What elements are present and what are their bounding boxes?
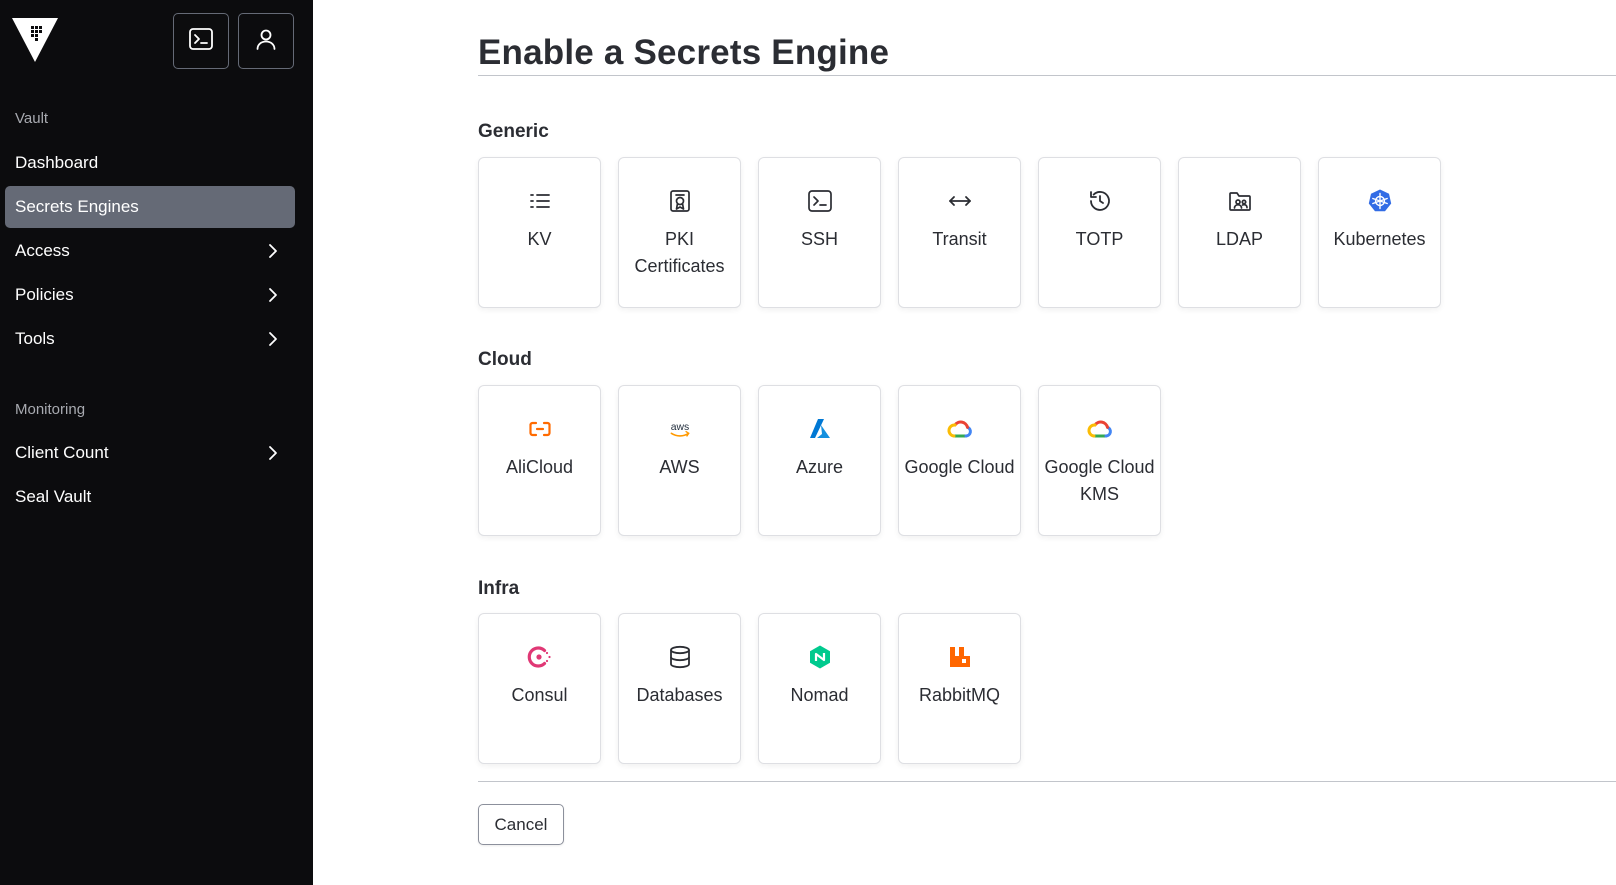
engine-label: Google Cloud — [904, 457, 1015, 477]
engine-card-kv[interactable]: KV — [478, 157, 601, 308]
engine-card-alicloud[interactable]: AliCloud — [478, 385, 601, 536]
kubernetes-icon — [1367, 188, 1393, 214]
group-title-cloud: Cloud — [478, 349, 532, 370]
certificate-icon — [667, 188, 693, 214]
engine-card-ssh[interactable]: SSH — [758, 157, 881, 308]
section-label-vault: Vault — [15, 110, 49, 127]
arrows-exchange-icon — [947, 188, 973, 214]
engine-card-databases[interactable]: Databases — [618, 613, 741, 764]
group-title-infra: Infra — [478, 578, 520, 599]
terminal-icon — [807, 188, 833, 214]
chevron-right-icon — [269, 244, 277, 258]
engine-label: Transit — [932, 229, 987, 249]
engine-label: Azure — [795, 457, 844, 477]
azure-icon — [807, 416, 833, 442]
group-title-generic: Generic — [478, 121, 549, 142]
engine-label: KV — [527, 229, 552, 249]
engine-label: Kubernetes — [1333, 229, 1426, 249]
history-clock-icon — [1087, 188, 1113, 214]
sidebar-item-tools[interactable]: Tools — [5, 318, 295, 360]
engine-card-rabbitmq[interactable]: RabbitMQ — [898, 613, 1021, 764]
engine-card-transit[interactable]: Transit — [898, 157, 1021, 308]
engine-card-azure[interactable]: Azure — [758, 385, 881, 536]
sidebar-item-label: Access — [15, 241, 70, 260]
engine-card-google-cloud[interactable]: Google Cloud — [898, 385, 1021, 536]
google-cloud-icon — [1087, 416, 1113, 442]
engine-card-consul[interactable]: Consul — [478, 613, 601, 764]
engine-label: Databases — [636, 685, 723, 705]
sidebar-item-label: Secrets Engines — [15, 197, 139, 216]
engine-card-nomad[interactable]: Nomad — [758, 613, 881, 764]
engine-label: AliCloud — [505, 457, 574, 477]
chevron-right-icon — [269, 332, 277, 346]
engine-card-google-cloud-kms[interactable]: Google Cloud KMS — [1038, 385, 1161, 536]
rabbitmq-icon — [947, 644, 973, 670]
sidebar-item-label: Client Count — [15, 443, 109, 462]
page-title: Enable a Secrets Engine — [478, 33, 890, 72]
engine-label: Google Cloud KMS — [1044, 457, 1155, 504]
sidebar-item-secrets-engines[interactable]: Secrets Engines — [5, 186, 295, 228]
engine-label: AWS — [659, 457, 700, 477]
engine-card-aws[interactable]: aws AWS — [618, 385, 741, 536]
footer-divider — [478, 781, 1616, 782]
engine-card-totp[interactable]: TOTP — [1038, 157, 1161, 308]
sidebar: Vault Dashboard Secrets Engines Access P… — [0, 0, 313, 885]
title-divider — [478, 75, 1616, 76]
console-toggle-button[interactable] — [173, 13, 229, 69]
sidebar-item-label: Seal Vault — [15, 487, 92, 506]
engine-card-ldap[interactable]: LDAP — [1178, 157, 1301, 308]
google-cloud-icon — [947, 416, 973, 442]
sidebar-item-access[interactable]: Access — [5, 230, 295, 272]
database-icon — [667, 644, 693, 670]
engine-label: SSH — [800, 229, 838, 249]
consul-icon — [527, 644, 553, 670]
engine-label: Nomad — [790, 685, 849, 705]
aws-icon: aws — [667, 416, 693, 442]
chevron-right-icon — [269, 446, 277, 460]
engine-label: Consul — [511, 685, 568, 705]
engine-label: LDAP — [1215, 229, 1264, 249]
user-icon — [254, 27, 278, 56]
vault-logo-icon[interactable] — [12, 18, 58, 64]
sidebar-item-client-count[interactable]: Client Count — [5, 432, 295, 474]
sidebar-item-label: Tools — [15, 329, 55, 348]
sidebar-item-policies[interactable]: Policies — [5, 274, 295, 316]
user-menu-button[interactable] — [238, 13, 294, 69]
engine-label: TOTP — [1075, 229, 1124, 249]
engine-grid-generic: KV PKI Certificates SSH Transit TOTP LDA… — [478, 157, 1441, 308]
sidebar-item-label: Policies — [15, 285, 74, 304]
alicloud-icon — [527, 416, 553, 442]
chevron-right-icon — [269, 288, 277, 302]
terminal-icon — [188, 26, 214, 57]
nomad-icon — [807, 644, 833, 670]
main-content: Enable a Secrets Engine Generic KV PKI C… — [313, 0, 1616, 885]
engine-card-kubernetes[interactable]: Kubernetes — [1318, 157, 1441, 308]
sidebar-item-dashboard[interactable]: Dashboard — [5, 142, 295, 184]
engine-label: PKI Certificates — [634, 229, 725, 276]
engine-grid-cloud: AliCloud aws AWS Azure Google Cloud Goog… — [478, 385, 1161, 536]
engine-card-pki[interactable]: PKI Certificates — [618, 157, 741, 308]
engine-label: RabbitMQ — [918, 685, 1001, 705]
sidebar-item-seal-vault[interactable]: Seal Vault — [5, 476, 295, 518]
cancel-button[interactable]: Cancel — [478, 804, 564, 845]
sidebar-item-label: Dashboard — [15, 153, 99, 172]
engine-grid-infra: Consul Databases Nomad RabbitMQ — [478, 613, 1021, 764]
section-label-monitoring: Monitoring — [15, 401, 86, 418]
folder-users-icon — [1227, 188, 1253, 214]
list-icon — [527, 188, 553, 214]
